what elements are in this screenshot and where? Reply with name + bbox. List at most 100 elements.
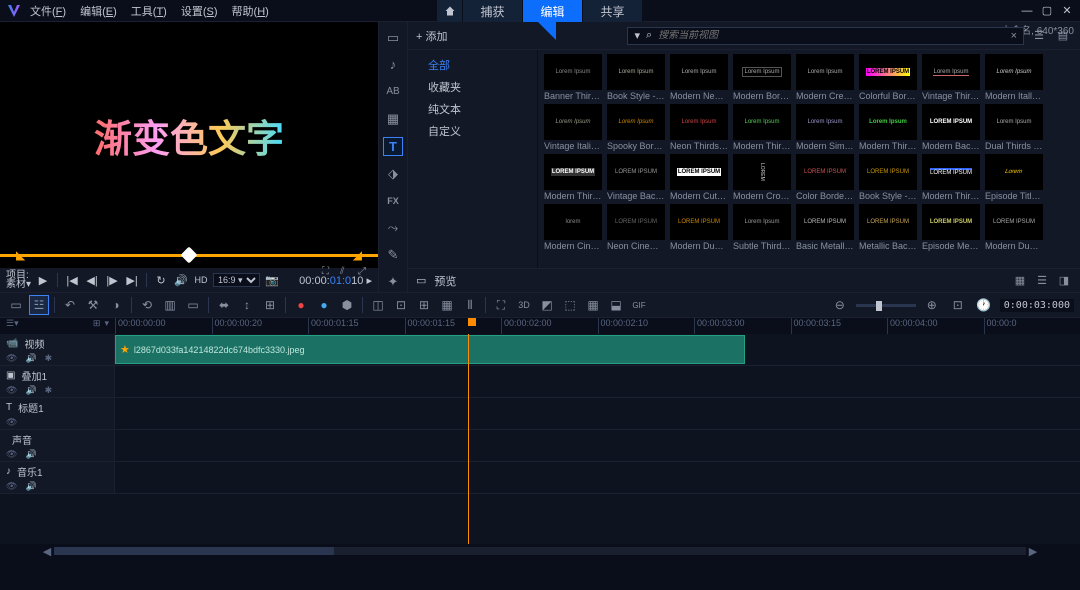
- tool20-icon[interactable]: ⬓: [606, 295, 626, 315]
- path-icon[interactable]: ⤳: [383, 218, 403, 237]
- window-maximize[interactable]: ▢: [1040, 4, 1054, 18]
- track-toggle[interactable]: 🔊: [25, 481, 36, 492]
- gif-icon[interactable]: GIF: [629, 295, 649, 315]
- title-preset[interactable]: LOREM IPSUMEpisode Metall...: [922, 204, 980, 252]
- track-lane[interactable]: ★l2867d033fa14214822dc674bdfc3330.jpeg: [115, 334, 1080, 365]
- tool8-icon[interactable]: ↕: [237, 295, 257, 315]
- title-preset[interactable]: Lorem IpsumModern Itallics...: [985, 54, 1043, 102]
- zoom-in-icon[interactable]: ⊕: [922, 295, 942, 315]
- overlay-icon[interactable]: ⬗: [383, 164, 403, 183]
- tool18-icon[interactable]: ⬚: [560, 295, 580, 315]
- media-icon[interactable]: ▭: [383, 28, 403, 47]
- title-icon[interactable]: T: [383, 137, 403, 156]
- loop-button[interactable]: ↻: [153, 272, 169, 288]
- record-icon[interactable]: ●: [291, 295, 311, 315]
- search-box[interactable]: ▾ ⌕ ×: [627, 27, 1024, 45]
- folded-corner-icon[interactable]: [538, 22, 556, 40]
- tool17-icon[interactable]: ◩: [537, 295, 557, 315]
- title-preset[interactable]: Lorem IpsumSpooky Border...: [607, 104, 665, 152]
- aspect-select[interactable]: 16:9 ▾: [213, 273, 260, 287]
- mute-button[interactable]: 🔊: [173, 272, 189, 288]
- title-preset[interactable]: Lorem IpsumModern Neon ...: [670, 54, 728, 102]
- window-close[interactable]: ✕: [1060, 4, 1074, 18]
- timeline-view-icon[interactable]: ☳: [29, 295, 49, 315]
- goto-end-button[interactable]: ▶|: [124, 272, 140, 288]
- title-preset[interactable]: Lorem IpsumVintage Italics ...: [544, 104, 602, 152]
- menu-help[interactable]: 帮助(H): [232, 3, 269, 19]
- preview-scrubber[interactable]: ◣ ◢: [0, 248, 378, 268]
- mark-out-icon[interactable]: ◢: [353, 248, 362, 262]
- add-button[interactable]: + 添加: [416, 28, 447, 44]
- menu-edit[interactable]: 编辑(E): [80, 3, 117, 19]
- thumb-size-icon[interactable]: ◨: [1056, 273, 1072, 289]
- track-toggle[interactable]: 👁: [6, 417, 17, 428]
- tool12-icon[interactable]: ⊡: [391, 295, 411, 315]
- menu-file[interactable]: 文件(F): [30, 3, 66, 19]
- playhead-marker[interactable]: [468, 318, 476, 326]
- title-preset[interactable]: LOREM IPSUMBasic Metallic - ...: [796, 204, 854, 252]
- storyboard-view-icon[interactable]: ▭: [6, 295, 26, 315]
- title-preset[interactable]: LOREM IPSUMBook Style - A...: [859, 154, 917, 202]
- track-toggle[interactable]: ✱: [45, 385, 53, 396]
- tab-home[interactable]: [437, 0, 463, 22]
- search-input[interactable]: [658, 30, 1004, 41]
- track-toggle[interactable]: 👁: [6, 449, 17, 460]
- title-preset[interactable]: Lorem IpsumVintage Thirds ...: [922, 54, 980, 102]
- title-preset[interactable]: Lorem IpsumModern Thirds ...: [733, 104, 791, 152]
- track-toggle[interactable]: ✱: [45, 353, 53, 364]
- tree-item[interactable]: 全部: [408, 54, 537, 76]
- tool3-icon[interactable]: ◑: [106, 295, 126, 315]
- title-preset[interactable]: LOREM IPSUMMetallic Backli...: [859, 204, 917, 252]
- title-preset[interactable]: LOREM IPSUMModern Thirds ...: [922, 154, 980, 202]
- title-preset[interactable]: Lorem IpsumModern Simpl...: [796, 104, 854, 152]
- tool5-icon[interactable]: ▥: [160, 295, 180, 315]
- title-preset[interactable]: LOREM IPSUMNeon Cinemati...: [607, 204, 665, 252]
- tool7-icon[interactable]: ⬌: [214, 295, 234, 315]
- tool19-icon[interactable]: ▦: [583, 295, 603, 315]
- tool11-icon[interactable]: ◫: [368, 295, 388, 315]
- title-preset[interactable]: Lorem IpsumBook Style - Ex...: [607, 54, 665, 102]
- tool-icon[interactable]: ✎: [383, 246, 403, 265]
- track-add-icon[interactable]: ⊞: [93, 318, 101, 329]
- tool15-icon[interactable]: ⫴: [460, 295, 480, 315]
- clear-search-icon[interactable]: ×: [1011, 30, 1017, 42]
- prev-frame-button[interactable]: ◀|: [84, 272, 100, 288]
- window-minimize[interactable]: —: [1020, 4, 1034, 18]
- play-button[interactable]: ▶: [35, 272, 51, 288]
- tree-item[interactable]: 自定义: [408, 120, 537, 142]
- track-lane[interactable]: [115, 462, 1080, 493]
- title-preset[interactable]: loremModern Cinem...: [544, 204, 602, 252]
- tool10-icon[interactable]: ⬢: [337, 295, 357, 315]
- preview-toggle-icon[interactable]: ▭: [416, 274, 426, 287]
- track-lane[interactable]: [115, 430, 1080, 461]
- title-preset[interactable]: Lorem IpsumBanner Thirds - ...: [544, 54, 602, 102]
- track-toggle[interactable]: 👁: [6, 353, 17, 364]
- track-toggle[interactable]: 🔊: [25, 449, 36, 460]
- track-toggle[interactable]: 🔊: [25, 385, 36, 396]
- title-preset[interactable]: LOREM IPSUMModern Thirds ...: [544, 154, 602, 202]
- tree-item[interactable]: 纯文本: [408, 98, 537, 120]
- sparkle-icon[interactable]: ✦: [383, 273, 403, 292]
- tab-share[interactable]: 共享: [583, 0, 643, 22]
- scroll-right-icon[interactable]: ▶: [1026, 545, 1040, 558]
- tree-item[interactable]: 收藏夹: [408, 76, 537, 98]
- timeline-ruler[interactable]: ☰▾ ⊞ ▾ 00:00:00:0000:00:00:2000:00:01:15…: [0, 318, 1080, 334]
- track-lane[interactable]: [115, 398, 1080, 429]
- list-view-icon[interactable]: ☰: [1034, 273, 1050, 289]
- 3d-icon[interactable]: 3D: [514, 295, 534, 315]
- snapshot-button[interactable]: 📷: [264, 272, 280, 288]
- track-header[interactable]: 声音👁🔊: [0, 430, 115, 461]
- filter-icon[interactable]: ☰: [1030, 29, 1048, 42]
- sort-icon[interactable]: ▤: [1054, 29, 1072, 42]
- track-toggle[interactable]: 👁: [6, 481, 17, 492]
- timeline-timecode[interactable]: 0:00:03:000: [1000, 299, 1074, 312]
- track-header[interactable]: ♪音乐1👁🔊: [0, 462, 115, 493]
- hd-button[interactable]: HD: [193, 272, 209, 288]
- grid-view-icon[interactable]: ▦: [1012, 273, 1028, 289]
- audio-icon[interactable]: ♪: [383, 55, 403, 74]
- fit-icon[interactable]: ⊡: [948, 295, 968, 315]
- title-preset[interactable]: LOREM IPSUMModern Cutout...: [670, 154, 728, 202]
- track-toggle[interactable]: 🔊: [25, 353, 36, 364]
- tab-edit[interactable]: 编辑: [523, 0, 583, 22]
- track-header[interactable]: T标题1👁: [0, 398, 115, 429]
